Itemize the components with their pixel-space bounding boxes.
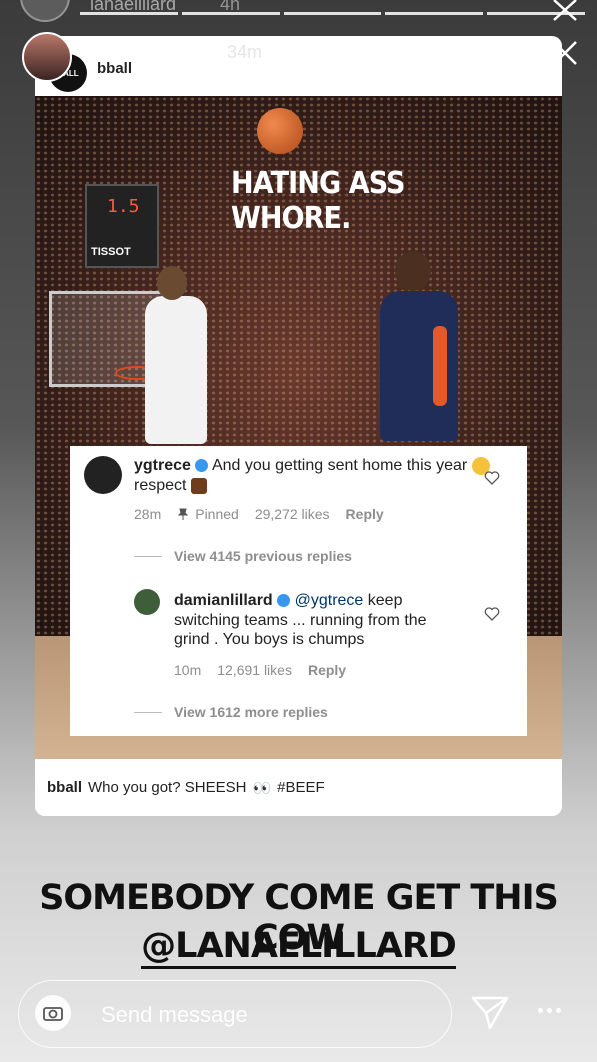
view-more-replies: View 1612 more replies [134, 704, 328, 720]
caption-username: bball [47, 779, 83, 796]
close-icon[interactable] [550, 0, 580, 22]
ygtrece-avatar [84, 456, 122, 494]
fist-emoji-icon [190, 477, 207, 494]
player-head [157, 266, 187, 300]
caption-text: Who you got? SHEESH [88, 779, 247, 796]
comment-2-body: damianlillard @ygtrece keep switching te… [174, 592, 427, 648]
eyes-emoji-icon: 👀 [252, 779, 272, 797]
previous-story-header: lanaelillard 4h [20, 0, 580, 22]
comment-1-likes: 29,272 likes [254, 506, 330, 522]
pin-icon [178, 508, 189, 520]
story-progress-bar [80, 12, 585, 15]
shot-clock: 1.5 TISSOT [85, 184, 159, 268]
comment-2-likes: 12,691 likes [217, 662, 292, 678]
progress-segment [80, 12, 178, 15]
basketball [257, 108, 303, 154]
comment-1-body: ygtrece And you getting sent home this y… [134, 456, 494, 496]
comment-1-meta: 28m Pinned 29,272 likes Reply [134, 506, 384, 522]
comment-1-reply: Reply [345, 506, 384, 522]
comment-2-mention: @ygtrece [294, 592, 364, 609]
more-options-icon[interactable] [538, 1008, 561, 1013]
previous-avatar [20, 0, 70, 22]
comment-2-reply: Reply [307, 662, 347, 678]
send-icon[interactable] [470, 995, 510, 1031]
comment-2-username: damianlillard [174, 592, 273, 609]
comment-1-time: 28m [134, 506, 162, 522]
story-username[interactable]: danielarajic [88, 42, 179, 63]
story-mention[interactable]: @LANAELILLARD [0, 926, 597, 969]
player-white-jersey [145, 296, 207, 444]
comment-1-username: ygtrece [134, 457, 191, 474]
progress-segment [385, 12, 484, 15]
reposted-post-card[interactable]: BALL bball 1.5 TISSOT HATING ASS WHORE. … [35, 36, 562, 816]
post-caption: bball Who you got? SHEESH 👀 #BEEF [35, 759, 562, 816]
story-time: 34m [227, 42, 263, 62]
story-user-avatar[interactable] [22, 32, 72, 82]
sponsor-label: TISSOT [91, 246, 131, 258]
comment-2-time: 10m [174, 662, 202, 678]
photo-overlay-text: HATING ASS WHORE. [231, 166, 406, 236]
view-previous-replies: View 4145 previous replies [134, 548, 352, 564]
heart-icon [484, 471, 500, 485]
pinned-label: Pinned [177, 506, 239, 522]
shot-clock-value: 1.5 [107, 196, 140, 217]
progress-segment [181, 12, 280, 15]
close-icon[interactable] [550, 38, 580, 68]
message-composer[interactable] [18, 980, 452, 1048]
camera-icon [43, 1007, 63, 1021]
damianlillard-avatar [134, 589, 160, 615]
story-mention-text[interactable]: @LANAELILLARD [141, 926, 457, 969]
comment-screenshot: ygtrece And you getting sent home this y… [70, 446, 527, 736]
comment-1-text: And you getting sent home this year [211, 457, 468, 474]
comment-2-meta: 10m 12,691 likes Reply [174, 662, 346, 678]
send-message-input[interactable] [99, 997, 423, 1033]
heart-icon [484, 607, 500, 621]
verified-badge-icon [195, 459, 209, 473]
player-head [395, 251, 431, 291]
comment-1-text2: respect [134, 477, 187, 494]
verified-badge-icon [277, 594, 291, 608]
progress-segment [283, 12, 382, 15]
camera-button[interactable] [35, 995, 71, 1031]
caption-hashtag: #BEEF [277, 779, 325, 796]
player-sleeve [433, 326, 447, 406]
